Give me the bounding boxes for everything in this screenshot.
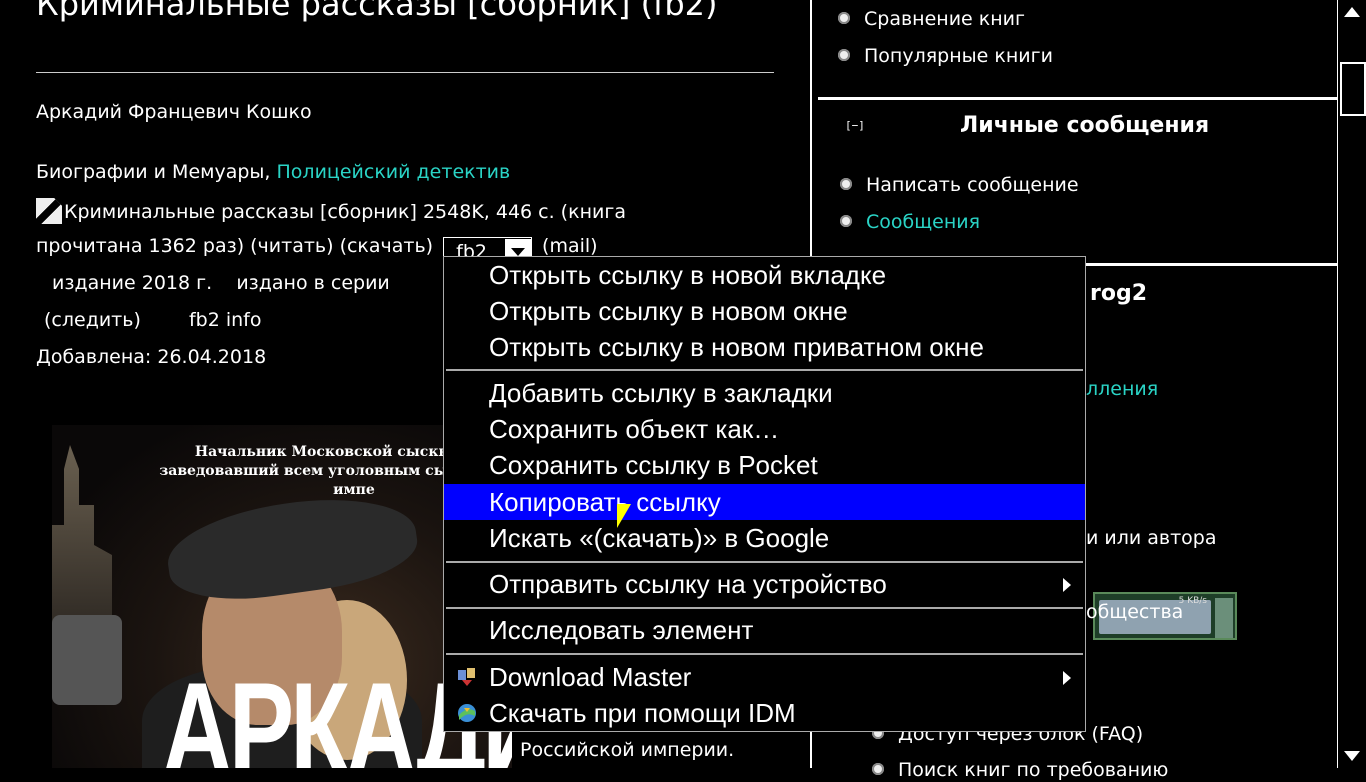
edition-line: издание 2018 г. издано в серии bbox=[52, 271, 390, 295]
bullet-icon bbox=[838, 49, 850, 61]
sidebar-item-popular[interactable]: Популярные книги bbox=[838, 44, 1053, 68]
fb2-info-link[interactable]: fb2 info bbox=[189, 309, 262, 331]
menu-search-google[interactable]: Искать «(скачать)» в Google bbox=[444, 520, 1085, 556]
submenu-arrow-icon bbox=[1063, 671, 1071, 685]
read-download-text[interactable]: прочитана 1362 раз) (читать) (скачать) bbox=[36, 235, 433, 257]
widget-settings-icon[interactable] bbox=[1215, 598, 1233, 618]
sidebar-divider bbox=[818, 97, 1338, 100]
widget-play-icon[interactable] bbox=[1215, 618, 1233, 638]
context-menu: Открыть ссылку в новой вкладке Открыть с… bbox=[443, 256, 1086, 732]
messages-title: Личные сообщения bbox=[960, 113, 1210, 138]
sidebar-item-request[interactable]: Поиск книг по требованию bbox=[872, 758, 1168, 782]
follow-line: (следить) fb2 info bbox=[44, 308, 261, 332]
edition-year: издание 2018 г. bbox=[52, 272, 213, 294]
scroll-thumb[interactable] bbox=[1340, 62, 1366, 116]
idm-icon bbox=[458, 704, 476, 722]
sidebar-partial-link[interactable]: лления bbox=[1086, 377, 1158, 401]
bullet-icon bbox=[840, 215, 852, 227]
book-title: Криминальные рассказы [сборник] (fb2) bbox=[36, 0, 718, 23]
menu-bookmark-link[interactable]: Добавить ссылку в закладки bbox=[444, 375, 1085, 411]
menu-download-master[interactable]: Download Master bbox=[444, 659, 1085, 695]
menu-separator bbox=[446, 607, 1083, 609]
menu-open-new-window[interactable]: Открыть ссылку в новом окне bbox=[444, 293, 1085, 329]
bullet-icon bbox=[838, 12, 850, 24]
added-date: Добавлена: 26.04.2018 bbox=[36, 346, 267, 368]
menu-download-idm[interactable]: Скачать при помощи IDM bbox=[444, 695, 1085, 731]
broken-image-icon bbox=[36, 198, 62, 224]
genre-link[interactable]: Полицейский детектив bbox=[277, 161, 511, 183]
cover-hat bbox=[161, 486, 423, 610]
menu-copy-link[interactable]: Копировать ссылку bbox=[444, 484, 1085, 520]
submenu-arrow-icon bbox=[1063, 578, 1071, 592]
scroll-up-button[interactable] bbox=[1338, 0, 1366, 24]
genres: Биографии и Мемуары, Полицейский детекти… bbox=[36, 160, 510, 184]
follow-link[interactable]: (следить) bbox=[44, 309, 141, 331]
mouse-pointer-icon bbox=[617, 504, 631, 528]
download-master-icon bbox=[458, 668, 475, 686]
sidebar-partial-widget-text: общества bbox=[1086, 601, 1184, 623]
mail-link[interactable]: (mail) bbox=[542, 235, 598, 257]
menu-separator bbox=[446, 561, 1083, 563]
menu-save-object[interactable]: Сохранить объект как… bbox=[444, 411, 1085, 447]
bottom-text: Российской империи. bbox=[520, 739, 735, 761]
collapse-toggle[interactable]: [−] bbox=[845, 119, 865, 132]
user-section-title: rog2 bbox=[1090, 281, 1148, 306]
scroll-down-button[interactable] bbox=[1338, 744, 1366, 768]
menu-open-new-tab[interactable]: Открыть ссылку в новой вкладке bbox=[444, 257, 1085, 293]
sidebar-partial-text[interactable]: и или автора bbox=[1086, 526, 1217, 550]
genre-plain: Биографии и Мемуары, bbox=[36, 161, 277, 183]
menu-save-pocket[interactable]: Сохранить ссылку в Pocket bbox=[444, 447, 1085, 483]
bullet-icon bbox=[840, 178, 852, 190]
sidebar-item-write-message[interactable]: Написать сообщение bbox=[840, 173, 1079, 197]
page-scrollbar[interactable] bbox=[1337, 0, 1366, 768]
bullet-icon bbox=[872, 763, 884, 775]
series-prefix: издано в серии bbox=[236, 272, 390, 294]
menu-send-to-device[interactable]: Отправить ссылку на устройство bbox=[444, 566, 1085, 602]
sidebar-item-messages[interactable]: Сообщения bbox=[840, 210, 980, 234]
menu-inspect-element[interactable]: Исследовать элемент bbox=[444, 612, 1085, 648]
sidebar-item-compare[interactable]: Сравнение книг bbox=[838, 7, 1025, 31]
menu-separator bbox=[446, 653, 1083, 655]
title-divider bbox=[36, 72, 774, 73]
menu-open-private-window[interactable]: Открыть ссылку в новом приватном окне bbox=[444, 329, 1085, 365]
book-info-line1: Криминальные рассказы [сборник] 2548K, 4… bbox=[36, 198, 626, 224]
book-info-text: Криминальные рассказы [сборник] 2548K, 4… bbox=[64, 201, 626, 223]
author-name[interactable]: Аркадий Францевич Кошко bbox=[36, 100, 312, 124]
cover-gun bbox=[52, 615, 122, 705]
menu-separator bbox=[446, 369, 1083, 371]
